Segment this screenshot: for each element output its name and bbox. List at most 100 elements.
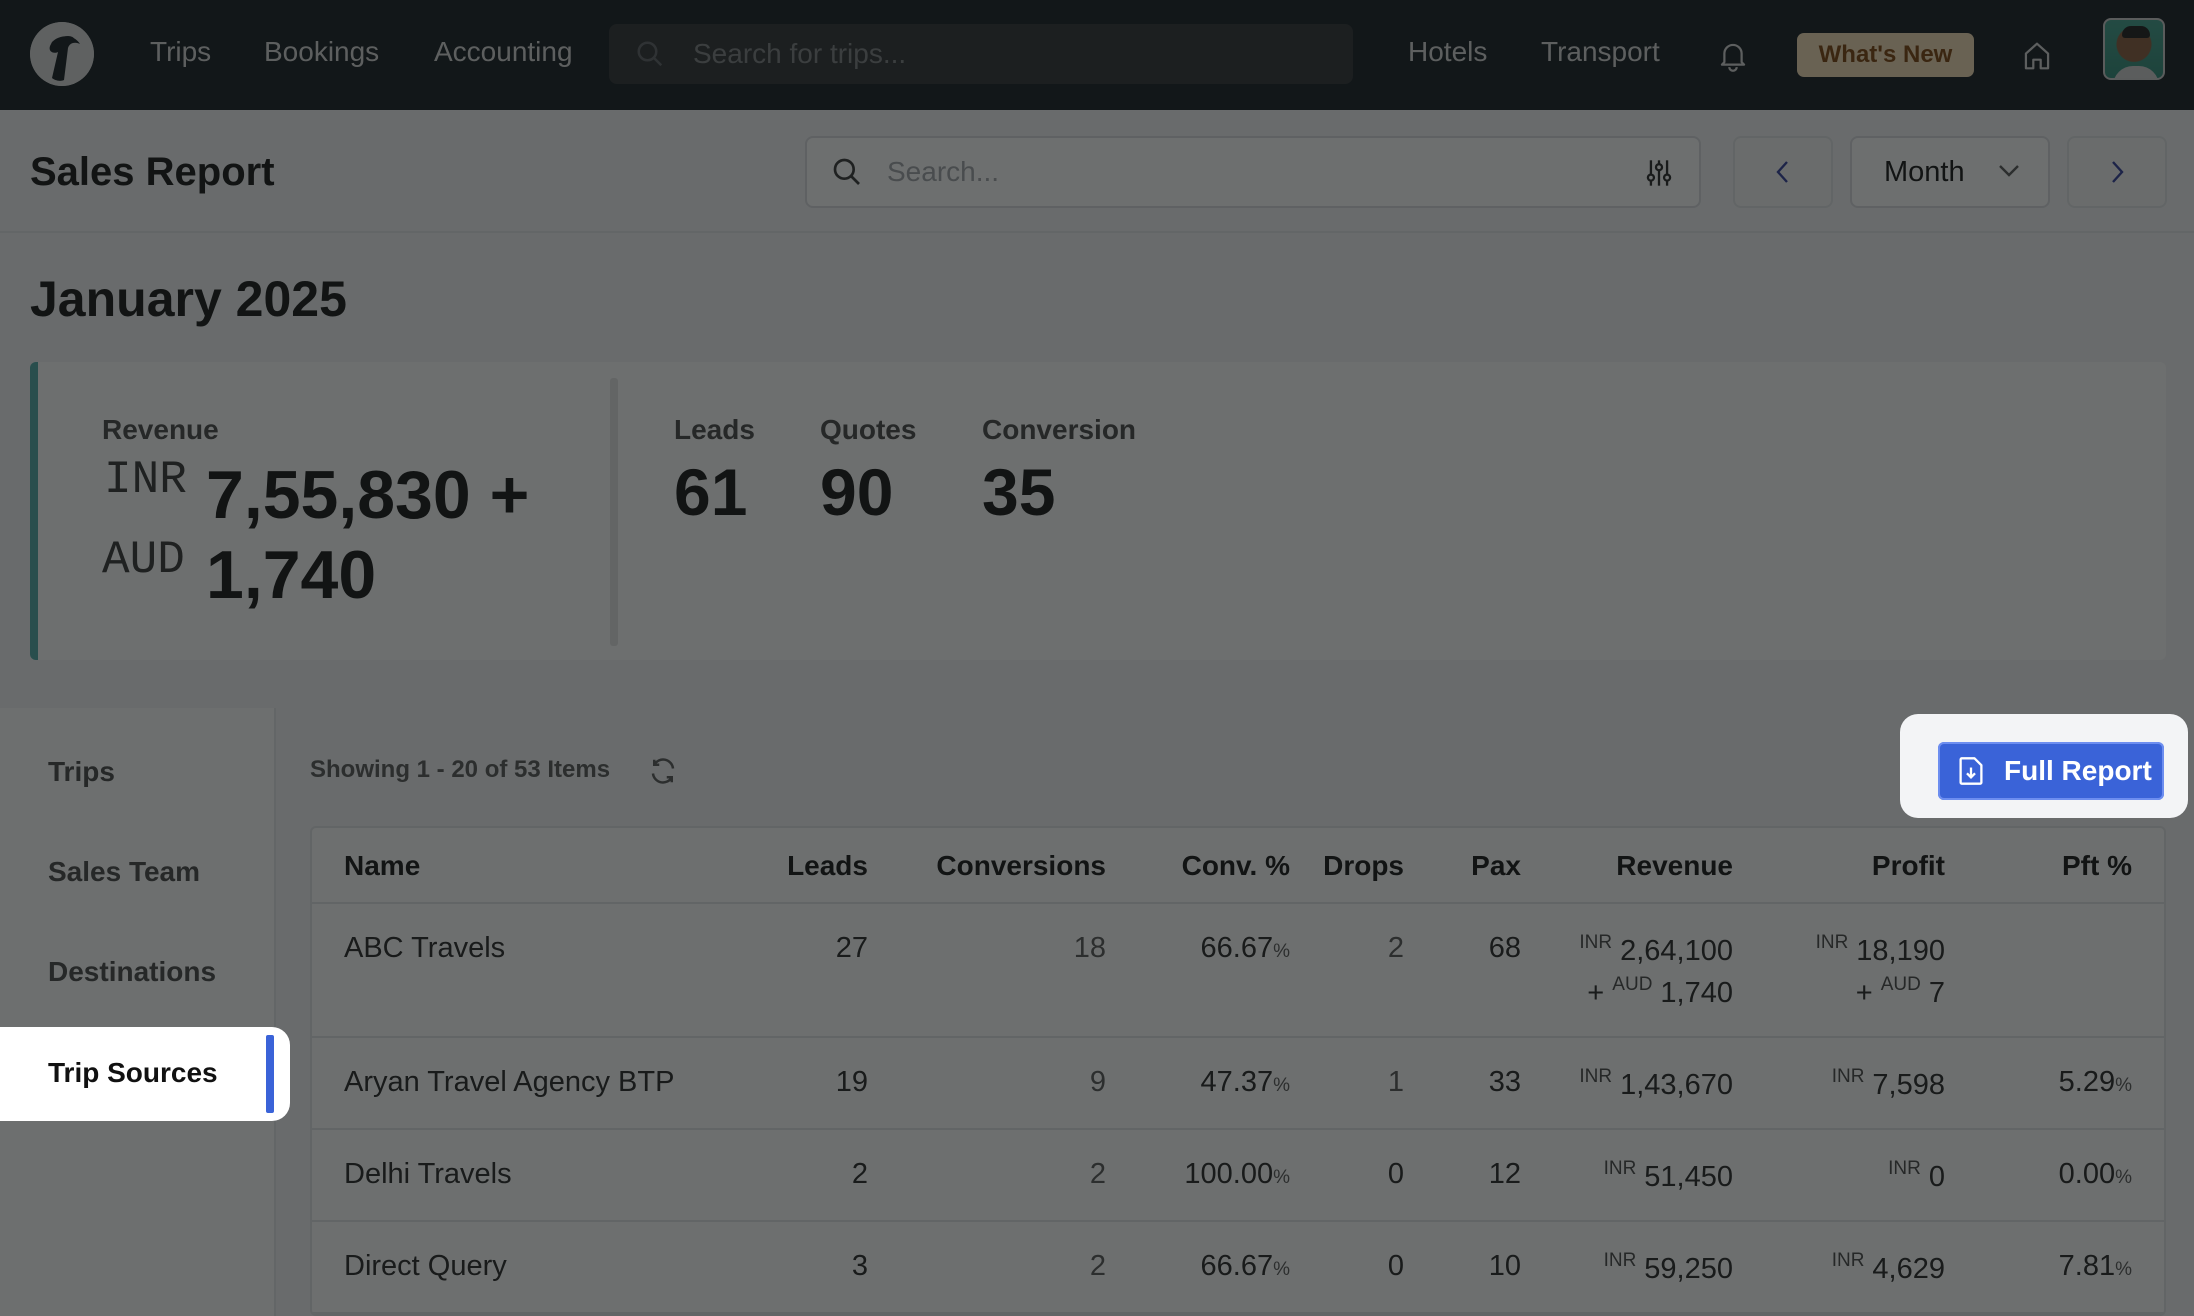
sidebar-item-trip-sources[interactable]: Trip Sources bbox=[0, 1027, 290, 1121]
column-drops[interactable]: Drops bbox=[1323, 850, 1404, 882]
top-navigation: Trips Bookings Accounting Hotels Transpo… bbox=[0, 0, 2194, 110]
sidebar-item-destinations[interactable]: Destinations bbox=[48, 956, 216, 988]
pft-pct-cell: 0.00% bbox=[2059, 1158, 2132, 1191]
column-conversions[interactable]: Conversions bbox=[936, 850, 1106, 882]
conv-pct-cell: 47.37% bbox=[1201, 1066, 1290, 1099]
column-pax[interactable]: Pax bbox=[1471, 850, 1521, 882]
active-indicator bbox=[266, 1035, 274, 1113]
conv-pct-value: 66.67 bbox=[1200, 932, 1274, 964]
period-select[interactable]: Month bbox=[1850, 136, 2050, 208]
quotes-label: Quotes bbox=[820, 414, 917, 445]
file-download-icon bbox=[1959, 757, 1983, 785]
summary-divider bbox=[610, 378, 618, 646]
source-name[interactable]: ABC Travels bbox=[344, 932, 505, 965]
drops-cell: 0 bbox=[1387, 1250, 1404, 1282]
trip-search-input[interactable] bbox=[693, 38, 1293, 70]
home-icon[interactable] bbox=[2022, 40, 2052, 72]
report-period: January 2025 bbox=[30, 271, 347, 327]
page-title: Sales Report bbox=[30, 150, 275, 194]
revenue-currency-inr: INR bbox=[104, 454, 187, 506]
trip-search-bar bbox=[609, 24, 1353, 84]
pct-sign: % bbox=[1273, 1075, 1290, 1096]
currency-label: INR bbox=[1815, 932, 1849, 953]
drops-cell: 0 bbox=[1387, 1158, 1404, 1190]
column-leads[interactable]: Leads bbox=[787, 850, 868, 882]
currency-label: INR bbox=[1831, 1250, 1865, 1271]
pax-cell: 68 bbox=[1488, 932, 1521, 964]
table-row[interactable]: Aryan Travel Agency BTP 19 9 47.37% 1 33… bbox=[312, 1038, 2164, 1130]
search-icon bbox=[833, 158, 860, 185]
column-revenue[interactable]: Revenue bbox=[1616, 850, 1733, 882]
sidebar-item-label: Trip Sources bbox=[48, 1057, 218, 1088]
chevron-left-icon bbox=[1776, 161, 1788, 183]
revenue-label: Revenue bbox=[102, 414, 219, 445]
currency-label: INR bbox=[1888, 1158, 1921, 1179]
pct-sign: % bbox=[1273, 1167, 1290, 1188]
currency-label: INR bbox=[1579, 1066, 1613, 1087]
conv-pct-value: 66.67 bbox=[1200, 1250, 1274, 1282]
table-row[interactable]: Delhi Travels 2 2 100.00% 0 12 INR 51,450… bbox=[312, 1130, 2164, 1222]
nav-trips[interactable]: Trips bbox=[150, 36, 211, 68]
page-header: Sales Report Month bbox=[0, 110, 2194, 233]
pct-sign: % bbox=[2115, 1259, 2132, 1280]
quotes-value: 90 bbox=[820, 455, 894, 529]
currency-label: AUD bbox=[1612, 974, 1653, 995]
column-conv-pct[interactable]: Conv. % bbox=[1182, 850, 1290, 882]
leads-label: Leads bbox=[674, 414, 755, 445]
profit-inr-value: 7,598 bbox=[1872, 1069, 1945, 1101]
plus-sign: + bbox=[1855, 977, 1873, 1009]
pct-sign: % bbox=[2115, 1075, 2132, 1096]
source-name[interactable]: Direct Query bbox=[344, 1250, 507, 1283]
next-period-button[interactable] bbox=[2067, 136, 2167, 208]
column-pft-pct[interactable]: Pft % bbox=[2062, 850, 2132, 882]
pax-cell: 10 bbox=[1488, 1250, 1521, 1282]
profit-inr-value: 18,190 bbox=[1856, 935, 1945, 967]
search-icon bbox=[637, 41, 663, 67]
previous-period-button[interactable] bbox=[1733, 136, 1833, 208]
pct-sign: % bbox=[1273, 941, 1290, 962]
refresh-icon[interactable] bbox=[648, 756, 678, 786]
bell-icon[interactable] bbox=[1718, 40, 1748, 72]
report-search-input[interactable] bbox=[887, 156, 1627, 188]
revenue-inr-cell: INR 51,450 bbox=[1604, 1158, 1733, 1194]
leads-cell: 3 bbox=[851, 1250, 868, 1282]
pft-pct-value: 5.29 bbox=[2058, 1066, 2116, 1098]
currency-label: INR bbox=[1579, 932, 1613, 953]
revenue-inr-cell: INR 2,64,100 bbox=[1579, 932, 1733, 968]
leads-cell: 19 bbox=[835, 1066, 868, 1098]
nav-bookings[interactable]: Bookings bbox=[264, 36, 379, 68]
leads-cell: 2 bbox=[851, 1158, 868, 1190]
report-search-bar bbox=[805, 136, 1701, 208]
conversion-value: 35 bbox=[982, 455, 1056, 529]
table-row[interactable]: ABC Travels 27 18 66.67% 2 68 INR 2,64,10… bbox=[312, 904, 2164, 1038]
revenue-value-aud: 1,740 bbox=[206, 537, 377, 613]
nav-transport[interactable]: Transport bbox=[1541, 36, 1660, 68]
profit-inr-cell: INR 4,629 bbox=[1832, 1250, 1945, 1286]
table-row[interactable]: Direct Query 3 2 66.67% 0 10 INR 59,250 I… bbox=[312, 1222, 2164, 1314]
column-name[interactable]: Name bbox=[344, 850, 420, 882]
source-name[interactable]: Delhi Travels bbox=[344, 1158, 512, 1191]
sliders-icon[interactable] bbox=[1645, 158, 1673, 188]
conversions-cell: 9 bbox=[1089, 1066, 1106, 1098]
sidebar-item-sales-team[interactable]: Sales Team bbox=[48, 856, 200, 888]
conversions-cell: 2 bbox=[1089, 1158, 1106, 1190]
nav-accounting[interactable]: Accounting bbox=[434, 36, 573, 68]
whats-new-button[interactable]: What's New bbox=[1797, 33, 1974, 77]
column-profit[interactable]: Profit bbox=[1872, 850, 1945, 882]
revenue-aud-cell: + AUD 1,740 bbox=[1587, 974, 1733, 1010]
nav-hotels[interactable]: Hotels bbox=[1408, 36, 1487, 68]
table-header: Name Leads Conversions Conv. % Drops Pax… bbox=[312, 828, 2164, 904]
full-report-spotlight: Full Report bbox=[1900, 714, 2188, 818]
sidebar-item-trips[interactable]: Trips bbox=[48, 756, 115, 788]
revenue-inr-value: 1,43,670 bbox=[1620, 1069, 1733, 1101]
full-report-button[interactable]: Full Report bbox=[1938, 742, 2164, 800]
avatar[interactable] bbox=[2103, 18, 2165, 80]
currency-label: AUD bbox=[1880, 974, 1921, 995]
pft-pct-value: 7.81 bbox=[2058, 1250, 2116, 1282]
pct-sign: % bbox=[1273, 1259, 1290, 1280]
profit-inr-value: 0 bbox=[1928, 1161, 1945, 1193]
logo-icon[interactable] bbox=[30, 22, 94, 86]
conversions-cell: 2 bbox=[1089, 1250, 1106, 1282]
full-report-label: Full Report bbox=[2004, 755, 2152, 786]
source-name[interactable]: Aryan Travel Agency BTP bbox=[344, 1066, 674, 1099]
